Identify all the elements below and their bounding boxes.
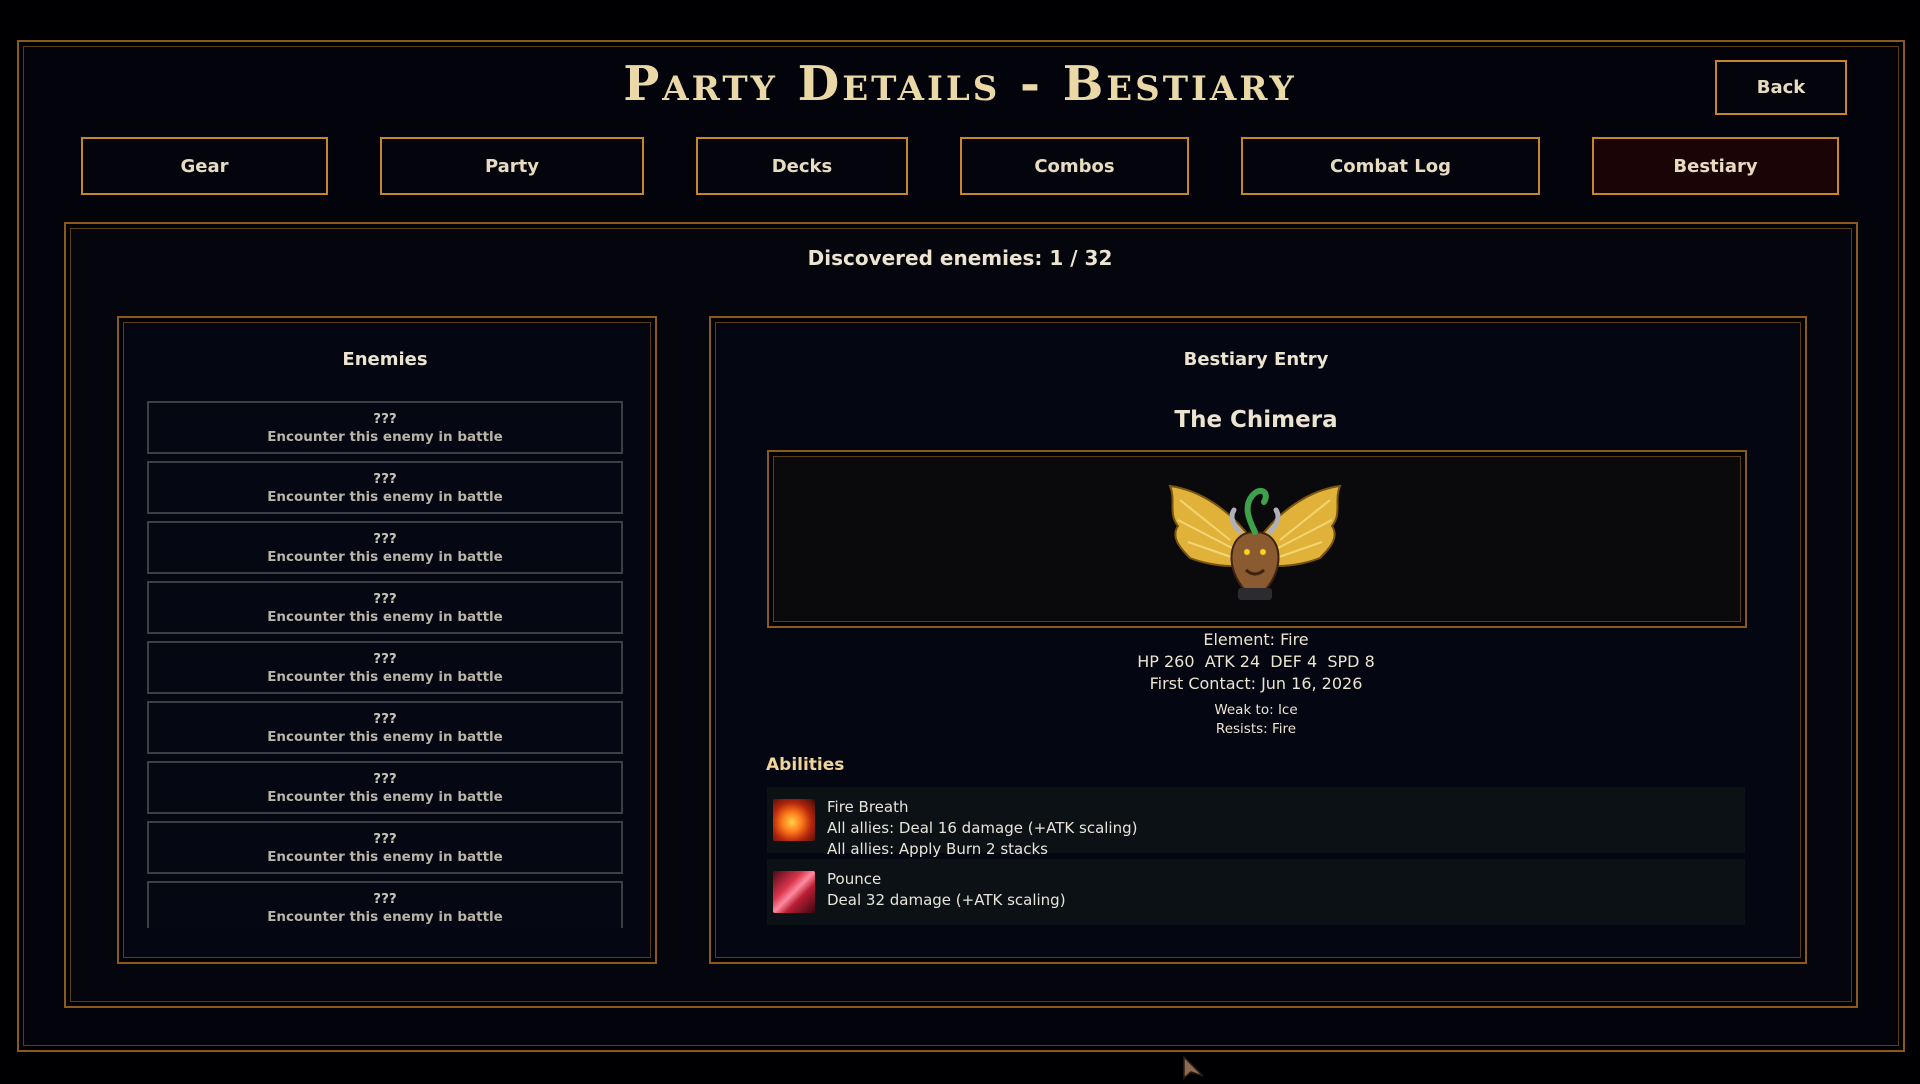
back-button[interactable]: Back — [1715, 60, 1847, 115]
enemy-list-item-name: ??? — [373, 650, 397, 667]
tab-combat-log[interactable]: Combat Log — [1241, 137, 1540, 195]
enemy-list-item[interactable]: ??? Encounter this enemy in battle — [147, 761, 623, 814]
enemies-panel-title: Enemies — [342, 349, 428, 370]
ability-name: Pounce — [827, 870, 882, 888]
enemy-first-contact: First Contact: Jun 16, 2026 — [1149, 674, 1363, 693]
pounce-claw-icon — [773, 871, 815, 913]
enemy-element: Element: Fire — [1203, 630, 1309, 649]
ability-pounce: Pounce Deal 32 damage (+ATK scaling) — [767, 859, 1745, 925]
tab-combos[interactable]: Combos — [960, 137, 1189, 195]
enemy-list-item-hint: Encounter this enemy in battle — [267, 728, 503, 745]
enemy-list-item[interactable]: ??? Encounter this enemy in battle — [147, 821, 623, 874]
tab-gear[interactable]: Gear — [81, 137, 328, 195]
page-title: Party Details - Bestiary — [623, 56, 1297, 112]
enemy-list-item-name: ??? — [373, 530, 397, 547]
enemy-list-item-name: ??? — [373, 890, 397, 907]
discovered-count: Discovered enemies: 1 / 32 — [807, 246, 1113, 270]
enemy-list-item[interactable]: ??? Encounter this enemy in battle — [147, 461, 623, 514]
enemy-list-item-hint: Encounter this enemy in battle — [267, 548, 503, 565]
enemy-list-item-name: ??? — [373, 590, 397, 607]
tab-bestiary[interactable]: Bestiary — [1592, 137, 1839, 195]
enemy-list-item[interactable]: ??? Encounter this enemy in battle — [147, 521, 623, 574]
enemy-list-item-name: ??? — [373, 770, 397, 787]
enemy-list-item-hint: Encounter this enemy in battle — [267, 428, 503, 445]
enemy-list-item-hint: Encounter this enemy in battle — [267, 788, 503, 805]
ability-name: Fire Breath — [827, 798, 909, 816]
enemy-list[interactable]: ??? Encounter this enemy in battle??? Enco… — [147, 401, 623, 928]
enemy-list-item[interactable]: ??? Encounter this enemy in battle — [147, 401, 623, 454]
enemy-list-item-hint: Encounter this enemy in battle — [267, 908, 503, 925]
enemy-list-item-name: ??? — [373, 710, 397, 727]
ability-effect: All allies: Apply Burn 2 stacks — [827, 840, 1048, 858]
enemy-name: The Chimera — [1174, 407, 1338, 433]
bestiary-entry-title: Bestiary Entry — [1183, 349, 1329, 370]
fire-breath-icon — [773, 799, 815, 841]
ability-effect: All allies: Deal 16 damage (+ATK scaling… — [827, 819, 1138, 837]
enemy-list-item-name: ??? — [373, 470, 397, 487]
enemy-list-item[interactable]: ??? Encounter this enemy in battle — [147, 641, 623, 694]
enemy-list-item-hint: Encounter this enemy in battle — [267, 848, 503, 865]
enemy-list-item[interactable]: ??? Encounter this enemy in battle — [147, 881, 623, 928]
enemy-list-item-name: ??? — [373, 410, 397, 427]
ability-effect: Deal 32 damage (+ATK scaling) — [827, 891, 1066, 909]
enemy-list-item-hint: Encounter this enemy in battle — [267, 608, 503, 625]
tab-party[interactable]: Party — [380, 137, 644, 195]
tab-decks[interactable]: Decks — [696, 137, 908, 195]
ability-fire-breath: Fire Breath All allies: Deal 16 damage (… — [767, 787, 1745, 858]
enemy-list-item-name: ??? — [373, 830, 397, 847]
abilities-heading: Abilities — [766, 755, 845, 775]
enemy-list-item[interactable]: ??? Encounter this enemy in battle — [147, 701, 623, 754]
enemy-list-item-hint: Encounter this enemy in battle — [267, 488, 503, 505]
enemy-list-item[interactable]: ??? Encounter this enemy in battle — [147, 581, 623, 634]
enemy-stats: HP 260 ATK 24 DEF 4 SPD 8 — [1137, 652, 1375, 671]
enemy-weakness: Weak to: Ice — [1214, 702, 1298, 718]
enemy-list-item-hint: Encounter this enemy in battle — [267, 668, 503, 685]
enemy-resistance: Resists: Fire — [1215, 721, 1297, 737]
chimera-sprite — [1160, 470, 1350, 605]
